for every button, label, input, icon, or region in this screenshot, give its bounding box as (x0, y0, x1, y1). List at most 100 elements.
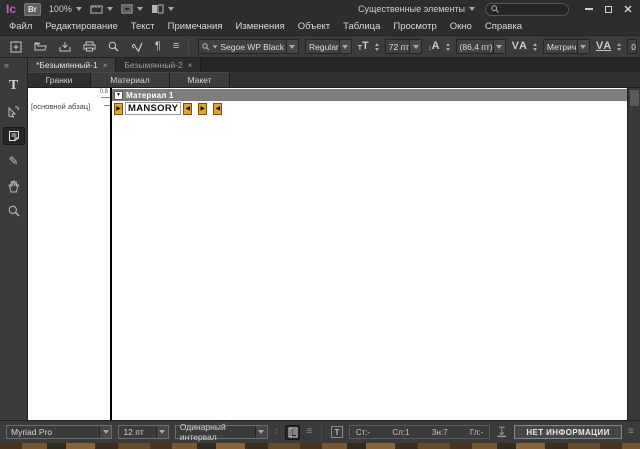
panel-collapse-icon[interactable]: » (0, 60, 9, 70)
line-spacing-select[interactable]: Одинарный интервал (174, 422, 268, 442)
depth-ruler-value: 0.8 (99, 89, 108, 95)
story-collapse-button[interactable]: ▼ (114, 90, 123, 100)
close-tab-icon[interactable]: × (188, 61, 193, 70)
big-t: T (362, 40, 369, 52)
zoom-tool[interactable] (3, 202, 25, 220)
galley-size-select[interactable]: 12 пт (118, 425, 169, 439)
paragraph-style-label: [основной абзац] (31, 102, 91, 111)
stat-depth: Гл:- (469, 427, 484, 437)
menu-changes[interactable]: Изменения (236, 21, 285, 32)
minimize-button[interactable] (585, 8, 593, 10)
tracking-input[interactable]: 0 (627, 39, 637, 54)
tracking-stepper[interactable] (617, 42, 622, 51)
pencil-tool[interactable]: ✎ (3, 152, 25, 170)
desktop-wallpaper-strip (0, 443, 640, 449)
note-tool[interactable] (2, 127, 25, 145)
close-button[interactable] (624, 5, 632, 13)
leading-chevron[interactable] (492, 40, 505, 53)
xml-tag-open-icon[interactable]: ▶ (198, 102, 208, 115)
spellcheck-icon[interactable] (131, 41, 143, 52)
tracking-icon: VA (596, 41, 611, 52)
menu-view[interactable]: Просмотр (393, 21, 436, 32)
font-size-chevron[interactable] (409, 40, 422, 53)
document-tab-2[interactable]: Безымянный-2 × (116, 58, 202, 72)
menu-edit[interactable]: Редактирование (45, 21, 117, 32)
font-family-chevron[interactable] (285, 40, 298, 53)
kerning-chevron[interactable] (576, 40, 589, 53)
bridge-button[interactable]: Br (24, 2, 41, 16)
xml-tag-open-icon[interactable]: ▶ (114, 102, 123, 115)
vertical-scrollbar[interactable] (627, 88, 640, 420)
search-input[interactable] (502, 4, 562, 14)
tab-layout[interactable]: Макет (170, 72, 230, 87)
tools-panel: » T ✎ (0, 58, 28, 420)
galley-info-toggle[interactable] (284, 424, 301, 440)
galley-font-select[interactable]: Myriad Pro (6, 425, 113, 439)
tab-story[interactable]: Материал (91, 72, 170, 87)
status-menu-icon[interactable]: ≡ (628, 427, 634, 437)
no-information-button[interactable]: НЕТ ИНФОРМАЦИИ (513, 425, 623, 439)
step-down-icon (532, 47, 537, 51)
chevron-down-icon (159, 430, 166, 434)
position-tool[interactable] (3, 102, 25, 120)
workspace-switcher[interactable]: Существенные элементы (358, 4, 475, 14)
xml-tag-close-icon[interactable]: ◀ (213, 102, 223, 115)
save-icon[interactable] (59, 41, 71, 52)
new-document-icon[interactable] (10, 41, 22, 53)
hand-tool[interactable] (3, 177, 25, 195)
xml-tag-close-icon[interactable]: ◀ (183, 102, 193, 115)
tab-galley[interactable]: Гранки (28, 72, 91, 87)
menu-window[interactable]: Окно (450, 21, 472, 32)
step-up-icon (374, 42, 379, 46)
close-tab-icon[interactable]: × (103, 61, 108, 70)
maximize-button[interactable] (605, 5, 612, 13)
step-up-icon (445, 42, 450, 46)
print-icon[interactable] (83, 41, 96, 52)
font-style-select[interactable]: Regular (304, 39, 352, 54)
hidden-characters-icon[interactable]: ¶ (155, 41, 161, 52)
menu-type[interactable]: Текст (131, 21, 155, 32)
type-tool[interactable]: T (3, 77, 25, 95)
search-box[interactable] (485, 2, 569, 16)
leading-stepper[interactable] (445, 42, 450, 51)
find-icon[interactable] (108, 41, 119, 52)
stat-lines: Ст:- (355, 427, 371, 437)
font-family-select[interactable]: Segoe WP Black (198, 39, 299, 54)
menu-table[interactable]: Таблица (343, 21, 380, 32)
font-size-stepper[interactable] (374, 42, 379, 51)
kerning-stepper[interactable] (532, 42, 537, 51)
view-menu-icon[interactable]: ≡ (306, 427, 312, 437)
copyfit-depth-icon (497, 426, 507, 438)
story-text[interactable]: MANSORY (125, 102, 182, 115)
view-options-icon (90, 5, 103, 14)
ruler-tick (104, 105, 110, 106)
leading-select[interactable]: (86,4 пт) (455, 39, 506, 54)
document-tab-1[interactable]: *Безымянный-1 × (28, 58, 117, 72)
story-text-line[interactable]: ▶ MANSORY ◀ ▶ ◀ (114, 102, 627, 115)
galley-size-chevron[interactable] (155, 426, 168, 438)
font-size-select[interactable]: 72 пт (384, 39, 423, 54)
letter-v: V (595, 40, 604, 52)
menu-help[interactable]: Справка (485, 21, 522, 32)
kerning-select[interactable]: Метрич. (542, 39, 590, 54)
galley-font-chevron[interactable] (99, 426, 112, 438)
story-area[interactable]: ▼ Материал 1 ▶ MANSORY ◀ ▶ ◀ (112, 88, 627, 420)
stat-chars: Зн:7 (431, 427, 448, 437)
line-numbers-icon[interactable]: ↕ (274, 427, 279, 437)
line-spacing-chevron[interactable] (254, 426, 267, 438)
step-up-icon (532, 42, 537, 46)
arrange-documents-dropdown[interactable] (151, 4, 174, 14)
menu-file[interactable]: Файл (9, 21, 32, 32)
window-controls (585, 5, 636, 13)
menu-notes[interactable]: Примечания (168, 21, 223, 32)
scrollbar-thumb[interactable] (629, 90, 639, 106)
overset-indicator-icon: T (331, 426, 343, 438)
open-folder-icon[interactable] (34, 41, 47, 52)
chevron-down-icon (496, 44, 503, 49)
assignments-icon[interactable]: ≡ (173, 41, 179, 52)
font-style-chevron[interactable] (338, 40, 351, 53)
view-options-dropdown[interactable] (90, 4, 113, 14)
zoom-level-dropdown[interactable]: 100% (49, 4, 82, 14)
screen-mode-dropdown[interactable] (121, 4, 143, 14)
menu-object[interactable]: Объект (298, 21, 330, 32)
